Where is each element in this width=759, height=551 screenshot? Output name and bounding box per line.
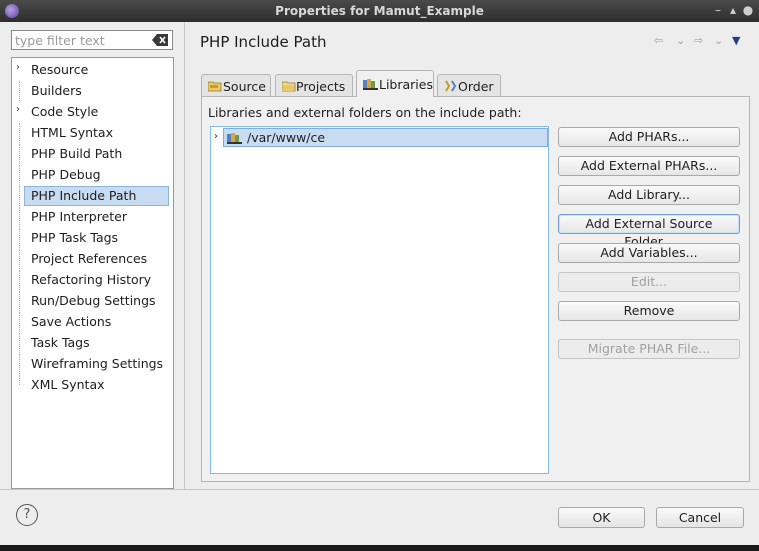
view-menu-icon[interactable]: ▼ xyxy=(732,34,740,47)
window-title: Properties for Mamut_Example xyxy=(275,4,484,18)
tree-line xyxy=(19,123,26,143)
back-menu-chevron-icon[interactable]: ⌄ xyxy=(676,34,685,47)
tree-line xyxy=(19,228,26,248)
page-title: PHP Include Path xyxy=(200,33,327,51)
expand-arrow-icon[interactable]: › xyxy=(16,104,20,115)
tree-line xyxy=(19,249,26,269)
cancel-button[interactable]: Cancel xyxy=(656,507,744,528)
tab-projects[interactable]: Projects xyxy=(275,74,353,96)
add-variables-button[interactable]: Add Variables... xyxy=(558,243,740,263)
tree-item-refactoring-history[interactable]: Refactoring History xyxy=(12,270,173,290)
filter-field[interactable] xyxy=(11,30,173,50)
libraries-caption: Libraries and external folders on the in… xyxy=(208,105,522,120)
tree-line xyxy=(19,144,26,164)
tree-item-save-actions[interactable]: Save Actions xyxy=(12,312,173,332)
forward-menu-chevron-icon[interactable]: ⌄ xyxy=(714,34,723,47)
tree-line xyxy=(19,291,26,311)
library-folder-icon xyxy=(227,131,243,144)
add-phars-button[interactable]: Add PHARs... xyxy=(558,127,740,147)
tree-item-task-tags[interactable]: Task Tags xyxy=(12,333,173,353)
tree-item-php-build-path[interactable]: PHP Build Path xyxy=(12,144,173,164)
remove-button[interactable]: Remove xyxy=(558,301,740,321)
property-page-tree[interactable]: › Resource Builders › Code Style HTML Sy… xyxy=(11,57,174,489)
expand-arrow-icon[interactable]: › xyxy=(16,62,20,73)
back-arrow-icon[interactable]: ⇦ xyxy=(654,34,663,47)
tree-item-php-include-path[interactable]: PHP Include Path xyxy=(12,186,173,206)
source-folder-icon xyxy=(207,80,222,92)
tab-libraries[interactable]: Libraries xyxy=(356,70,434,97)
tree-item-php-task-tags[interactable]: PHP Task Tags xyxy=(12,228,173,248)
tree-item-php-interpreter[interactable]: PHP Interpreter xyxy=(12,207,173,227)
tree-item-html-syntax[interactable]: HTML Syntax xyxy=(12,123,173,143)
filter-input[interactable] xyxy=(15,32,147,48)
close-icon[interactable]: ● xyxy=(741,3,755,17)
forward-arrow-icon[interactable]: ⇨ xyxy=(694,34,703,47)
tree-line xyxy=(19,81,26,101)
tree-line xyxy=(19,207,26,227)
tree-item-code-style[interactable]: › Code Style xyxy=(12,102,173,122)
tab-order[interactable]: Order xyxy=(437,74,501,96)
ok-button[interactable]: OK xyxy=(558,507,645,528)
tree-item-wireframing-settings[interactable]: Wireframing Settings xyxy=(12,354,173,374)
tree-item-php-debug[interactable]: PHP Debug xyxy=(12,165,173,185)
tree-item-xml-syntax[interactable]: XML Syntax xyxy=(12,375,173,395)
order-icon xyxy=(444,80,458,92)
clear-filter-icon[interactable] xyxy=(152,34,168,46)
add-library-button[interactable]: Add Library... xyxy=(558,185,740,205)
library-path: /var/www/ce xyxy=(247,130,326,145)
tree-line xyxy=(19,333,26,353)
minimize-icon[interactable]: – xyxy=(711,3,725,17)
properties-dialog: Properties for Mamut_Example – ▴ ● › Res… xyxy=(0,0,759,551)
add-external-phars-button[interactable]: Add External PHARs... xyxy=(558,156,740,176)
tree-item-builders[interactable]: Builders xyxy=(12,81,173,101)
list-item[interactable]: › /var/www/ce xyxy=(214,128,548,147)
dialog-client: › Resource Builders › Code Style HTML Sy… xyxy=(0,22,759,545)
title-bar[interactable]: Properties for Mamut_Example – ▴ ● xyxy=(0,0,759,22)
tab-source[interactable]: Source xyxy=(201,74,271,96)
tree-item-resource[interactable]: › Resource xyxy=(12,60,173,80)
tree-line xyxy=(19,312,26,332)
tree-line xyxy=(19,375,26,385)
projects-icon xyxy=(281,80,296,92)
expand-arrow-icon[interactable]: › xyxy=(214,131,218,142)
page-navigation: ⇦ ⌄ ⇨ ⌄ ▼ xyxy=(654,34,750,50)
edit-button[interactable]: Edit... xyxy=(558,272,740,292)
include-path-list[interactable]: › /var/www/ce xyxy=(210,126,549,474)
tree-item-project-references[interactable]: Project References xyxy=(12,249,173,269)
add-external-source-folder-button[interactable]: Add External Source Folder... xyxy=(558,214,740,249)
sash-divider[interactable] xyxy=(184,22,185,489)
tree-line xyxy=(19,354,26,374)
tree-line xyxy=(19,270,26,290)
window-bottom-edge xyxy=(0,545,759,551)
tree-line xyxy=(19,165,26,185)
tree-item-run-debug-settings[interactable]: Run/Debug Settings xyxy=(12,291,173,311)
maximize-icon[interactable]: ▴ xyxy=(726,3,740,17)
help-icon[interactable]: ? xyxy=(16,504,38,526)
migrate-phar-file-button[interactable]: Migrate PHAR File... xyxy=(558,339,740,359)
separator xyxy=(0,489,759,490)
library-icon xyxy=(363,78,378,90)
